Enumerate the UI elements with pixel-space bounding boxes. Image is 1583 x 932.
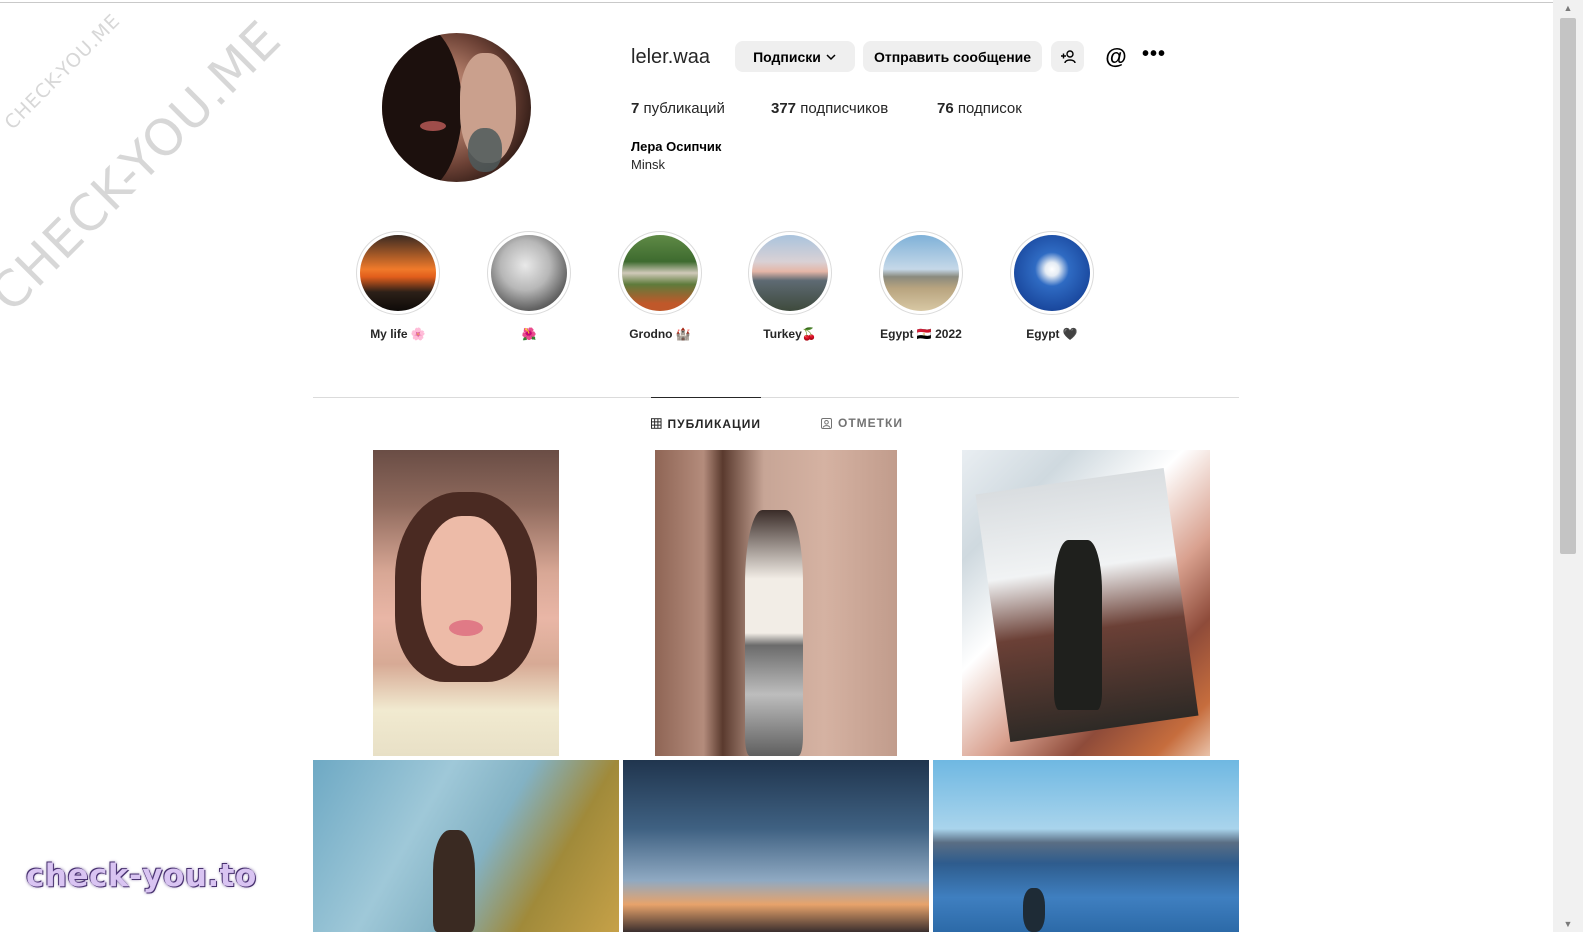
highlight-label: 🌺 [521,327,537,341]
highlight-ring [618,231,702,315]
watermark-large: CHECK-YOU.ME [0,9,293,324]
avatar-tattoo [468,128,502,172]
highlight-label: Egypt 🇪🇬 2022 [880,327,962,341]
tagged-user-icon [821,417,832,429]
highlight-label: Turkey🍒 [763,327,817,341]
highlight-label: Grodno 🏰 [629,327,691,341]
post-photo-detail [421,516,511,666]
threads-icon[interactable]: @ [1103,44,1129,70]
post-photo-detail [1054,540,1102,710]
add-user-button[interactable] [1051,41,1084,72]
tabs-divider [313,397,1239,398]
post-photo-detail [449,620,483,636]
following-button-label: Подписки [753,48,821,65]
post-thumbnail[interactable] [655,450,897,756]
highlight-item[interactable]: Egypt 🖤 [1010,231,1094,341]
highlight-thumbnail [622,235,698,311]
send-message-button[interactable]: Отправить сообщение [863,41,1042,72]
post-photo-detail [433,830,475,932]
post-thumbnail[interactable] [373,450,559,756]
highlight-item[interactable]: Grodno 🏰 [618,231,702,341]
avatar-lips [420,121,446,131]
followers-count: 377 [771,100,797,117]
followers-label: подписчиков [800,100,889,117]
profile-avatar[interactable] [382,33,531,182]
scrollbar-thumb[interactable] [1560,18,1576,554]
tab-posts[interactable]: ПУБЛИКАЦИИ [651,397,761,449]
highlight-thumbnail [491,235,567,311]
post-thumbnail[interactable] [313,760,619,932]
post-thumbnail[interactable] [623,760,929,932]
post-photo-detail [745,510,803,756]
post-thumbnail[interactable] [962,450,1210,756]
highlight-thumbnail [883,235,959,311]
highlight-item[interactable]: Turkey🍒 [748,231,832,341]
send-message-label: Отправить сообщение [873,48,1032,65]
highlight-label: My life 🌸 [370,327,426,341]
post-thumbnail[interactable] [933,760,1239,932]
add-user-icon [1060,49,1076,63]
watermark-small: CHECK-YOU.ME [0,9,125,134]
posts-count: 7 [631,100,640,117]
posts-count-stat: 7 публикаций [631,100,725,117]
chevron-down-icon [826,53,836,60]
following-dropdown-button[interactable]: Подписки [735,41,855,72]
profile-username: leler.waa [631,46,710,68]
highlight-ring [1010,231,1094,315]
highlight-thumbnail [752,235,828,311]
highlight-thumbnail [1014,235,1090,311]
tab-tagged-label: ОТМЕТКИ [838,416,903,430]
avatar-hair [382,33,462,182]
highlight-item[interactable]: My life 🌸 [356,231,440,341]
following-count: 76 [937,100,954,117]
scroll-up-icon[interactable]: ▲ [1553,0,1583,16]
highlight-label: Egypt 🖤 [1026,327,1078,341]
following-count-stat[interactable]: 76 подписок [937,100,1022,117]
tab-posts-label: ПУБЛИКАЦИИ [667,416,761,431]
brand-watermark: check-you.to [26,858,257,894]
posts-label: публикаций [643,100,725,117]
vertical-scrollbar[interactable]: ▲ ▼ [1553,0,1583,932]
post-photo-detail [1023,888,1045,932]
profile-bio: Minsk [631,157,665,172]
highlight-item[interactable]: 🌺 [487,231,571,341]
highlight-item[interactable]: Egypt 🇪🇬 2022 [879,231,963,341]
highlight-ring [748,231,832,315]
followers-count-stat[interactable]: 377 подписчиков [771,100,888,117]
highlight-ring [487,231,571,315]
tab-tagged[interactable]: ОТМЕТКИ [821,397,903,449]
scroll-down-icon[interactable]: ▼ [1553,916,1583,932]
following-label: подписок [957,100,1022,117]
highlight-thumbnail [360,235,436,311]
highlight-ring [879,231,963,315]
highlight-ring [356,231,440,315]
grid-icon [651,418,662,429]
profile-full-name: Лера Осипчик [631,139,722,154]
window-top-border [0,2,1553,3]
more-options-icon[interactable]: ••• [1141,43,1167,69]
